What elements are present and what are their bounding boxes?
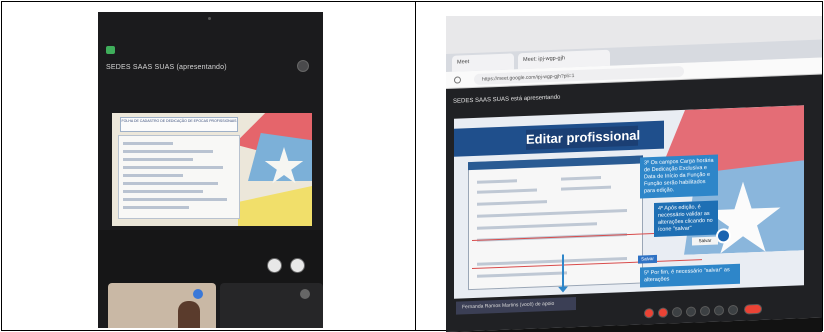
participant-badge-icon <box>193 289 203 299</box>
mic-icon[interactable] <box>267 258 282 273</box>
form-row <box>477 188 537 194</box>
left-cell: SEDES SAAS SUAS (apresentando) FOLHA DE … <box>2 2 416 330</box>
form-row <box>561 176 601 181</box>
form-row <box>123 182 218 185</box>
camera-dot <box>208 17 211 20</box>
form-row <box>123 142 173 145</box>
phone-screen-photo: SEDES SAAS SUAS (apresentando) FOLHA DE … <box>98 12 323 328</box>
right-cell: Meet Meet: ipj-wgp-gjh https://meet.goog… <box>416 2 822 332</box>
arrow-down-icon <box>558 286 568 292</box>
form-row <box>123 206 189 209</box>
salvar-small-label: Salvar <box>692 236 718 246</box>
callout-step-5: 5º Por fim, é necessário "salvar" as alt… <box>640 263 740 288</box>
presentation-slide: Editar profissional 3º Os campos Carga h… <box>454 105 804 299</box>
laptop-screen-photo: Meet Meet: ipj-wgp-gjh https://meet.goog… <box>446 16 822 332</box>
shared-form-header: FOLHA DE CADASTRO DE DEDICAÇÃO DE EPOCAS… <box>120 117 238 132</box>
laptop-display: Meet Meet: ipj-wgp-gjh https://meet.goog… <box>446 16 822 332</box>
participant-person <box>178 301 200 328</box>
arrow-line <box>562 254 564 291</box>
shared-form-heading: FOLHA DE CADASTRO DE DEDICAÇÃO DE EPOCAS… <box>121 119 237 123</box>
shared-form <box>118 135 240 219</box>
callout-step-4: 4º Após edição, é necessário validar as … <box>654 200 718 238</box>
form-row <box>477 179 517 184</box>
form-row <box>561 185 611 191</box>
form-row <box>477 222 597 230</box>
form-row <box>123 198 227 201</box>
participant-thumbnail <box>108 283 216 328</box>
form-row <box>123 166 223 169</box>
flag-yellow-shape <box>238 186 312 226</box>
more-options-icon[interactable] <box>297 60 309 72</box>
form-row <box>123 190 203 193</box>
salvar-button: Salvar <box>638 254 657 264</box>
form-row <box>123 158 193 161</box>
participant-thumbnail <box>220 283 323 328</box>
form-row <box>477 200 547 206</box>
end-call-icon[interactable] <box>744 303 762 315</box>
participant-mic-icon <box>300 289 310 299</box>
form-row <box>477 209 627 218</box>
fullscreen-icon[interactable] <box>290 258 305 273</box>
phone-call-area <box>98 230 323 290</box>
shared-screen: FOLHA DE CADASTRO DE DEDICAÇÃO DE EPOCAS… <box>112 113 312 226</box>
callout-step-3: 3º Os campos Carga horária de Dedicação … <box>640 154 718 199</box>
form-row <box>123 174 183 177</box>
form-row <box>123 150 213 153</box>
presenter-label: SEDES SAAS SUAS (apresentando) <box>106 64 227 71</box>
slide-form-screenshot <box>468 155 643 291</box>
image-table: SEDES SAAS SUAS (apresentando) FOLHA DE … <box>1 1 823 332</box>
form-row <box>477 271 567 278</box>
app-badge-icon <box>106 46 115 54</box>
